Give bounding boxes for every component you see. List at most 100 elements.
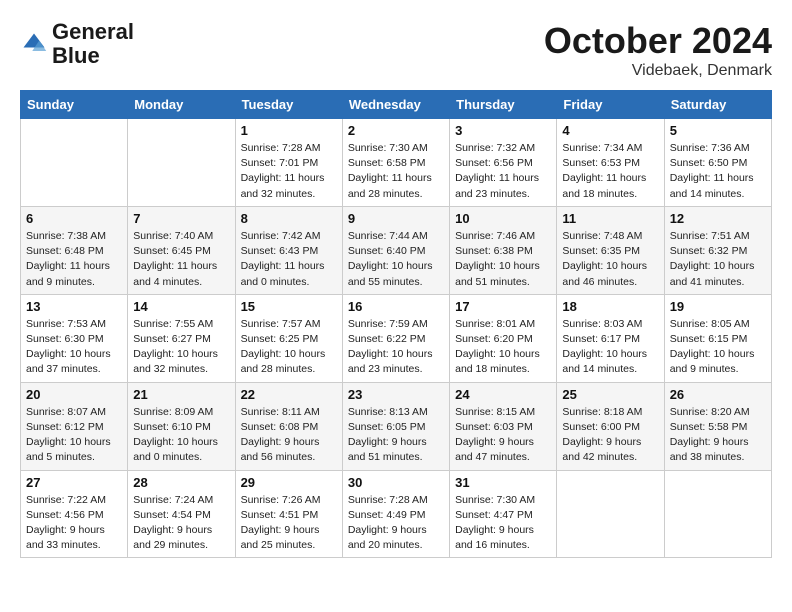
day-number: 2 bbox=[348, 123, 444, 138]
day-number: 20 bbox=[26, 387, 122, 402]
weekday-header-saturday: Saturday bbox=[664, 91, 771, 119]
day-info: Sunrise: 7:30 AM Sunset: 6:58 PM Dayligh… bbox=[348, 141, 444, 202]
calendar-cell: 15 Sunrise: 7:57 AM Sunset: 6:25 PM Dayli… bbox=[235, 294, 342, 382]
day-number: 15 bbox=[241, 299, 337, 314]
calendar-cell: 31Sunrise: 7:30 AM Sunset: 4:47 PM Dayli… bbox=[450, 470, 557, 558]
day-info: Sunrise: 8:15 AM Sunset: 6:03 PM Dayligh… bbox=[455, 405, 551, 466]
day-number: 29 bbox=[241, 475, 337, 490]
day-info: Sunrise: 8:05 AM Sunset: 6:15 PM Dayligh… bbox=[670, 317, 766, 378]
calendar-table: SundayMondayTuesdayWednesdayThursdayFrid… bbox=[20, 90, 772, 558]
calendar-cell: 27 Sunrise: 7:22 AM Sunset: 4:56 PM Dayli… bbox=[21, 470, 128, 558]
day-info: Sunrise: 8:03 AM Sunset: 6:17 PM Dayligh… bbox=[562, 317, 658, 378]
day-number: 27 bbox=[26, 475, 122, 490]
calendar-cell: 11Sunrise: 7:48 AM Sunset: 6:35 PM Dayli… bbox=[557, 206, 664, 294]
calendar-week-row: 27 Sunrise: 7:22 AM Sunset: 4:56 PM Dayli… bbox=[21, 470, 772, 558]
calendar-cell: 26 Sunrise: 8:20 AM Sunset: 5:58 PM Dayli… bbox=[664, 382, 771, 470]
day-info: Sunrise: 7:57 AM Sunset: 6:25 PM Dayligh… bbox=[241, 317, 337, 378]
day-info: Sunrise: 7:59 AM Sunset: 6:22 PM Dayligh… bbox=[348, 317, 444, 378]
day-number: 13 bbox=[26, 299, 122, 314]
weekday-header-thursday: Thursday bbox=[450, 91, 557, 119]
calendar-cell bbox=[21, 119, 128, 207]
weekday-header-tuesday: Tuesday bbox=[235, 91, 342, 119]
day-info: Sunrise: 7:22 AM Sunset: 4:56 PM Dayligh… bbox=[26, 493, 122, 554]
day-info: Sunrise: 7:53 AM Sunset: 6:30 PM Dayligh… bbox=[26, 317, 122, 378]
calendar-cell: 1Sunrise: 7:28 AM Sunset: 7:01 PM Daylig… bbox=[235, 119, 342, 207]
day-number: 7 bbox=[133, 211, 229, 226]
day-info: Sunrise: 8:01 AM Sunset: 6:20 PM Dayligh… bbox=[455, 317, 551, 378]
calendar-cell bbox=[557, 470, 664, 558]
day-info: Sunrise: 7:30 AM Sunset: 4:47 PM Dayligh… bbox=[455, 493, 551, 554]
page-header: General Blue October 2024 Videbaek, Denm… bbox=[20, 20, 772, 80]
day-info: Sunrise: 7:32 AM Sunset: 6:56 PM Dayligh… bbox=[455, 141, 551, 202]
day-info: Sunrise: 7:38 AM Sunset: 6:48 PM Dayligh… bbox=[26, 229, 122, 290]
calendar-cell: 5 Sunrise: 7:36 AM Sunset: 6:50 PM Daylig… bbox=[664, 119, 771, 207]
calendar-cell: 13 Sunrise: 7:53 AM Sunset: 6:30 PM Dayli… bbox=[21, 294, 128, 382]
calendar-cell: 16 Sunrise: 7:59 AM Sunset: 6:22 PM Dayli… bbox=[342, 294, 449, 382]
day-number: 4 bbox=[562, 123, 658, 138]
day-number: 18 bbox=[562, 299, 658, 314]
day-number: 6 bbox=[26, 211, 122, 226]
calendar-cell bbox=[128, 119, 235, 207]
calendar-cell: 29 Sunrise: 7:26 AM Sunset: 4:51 PM Dayli… bbox=[235, 470, 342, 558]
day-number: 24 bbox=[455, 387, 551, 402]
day-info: Sunrise: 8:11 AM Sunset: 6:08 PM Dayligh… bbox=[241, 405, 337, 466]
calendar-cell: 3 Sunrise: 7:32 AM Sunset: 6:56 PM Daylig… bbox=[450, 119, 557, 207]
day-info: Sunrise: 7:36 AM Sunset: 6:50 PM Dayligh… bbox=[670, 141, 766, 202]
calendar-week-row: 1Sunrise: 7:28 AM Sunset: 7:01 PM Daylig… bbox=[21, 119, 772, 207]
day-number: 16 bbox=[348, 299, 444, 314]
day-info: Sunrise: 8:13 AM Sunset: 6:05 PM Dayligh… bbox=[348, 405, 444, 466]
day-number: 1 bbox=[241, 123, 337, 138]
day-number: 5 bbox=[670, 123, 766, 138]
month-title: October 2024 bbox=[544, 20, 772, 62]
day-number: 28 bbox=[133, 475, 229, 490]
weekday-header-monday: Monday bbox=[128, 91, 235, 119]
calendar-cell: 2 Sunrise: 7:30 AM Sunset: 6:58 PM Daylig… bbox=[342, 119, 449, 207]
day-info: Sunrise: 7:48 AM Sunset: 6:35 PM Dayligh… bbox=[562, 229, 658, 290]
calendar-week-row: 13 Sunrise: 7:53 AM Sunset: 6:30 PM Dayli… bbox=[21, 294, 772, 382]
logo-icon bbox=[20, 30, 48, 58]
day-info: Sunrise: 7:44 AM Sunset: 6:40 PM Dayligh… bbox=[348, 229, 444, 290]
day-number: 21 bbox=[133, 387, 229, 402]
calendar-cell: 19Sunrise: 8:05 AM Sunset: 6:15 PM Dayli… bbox=[664, 294, 771, 382]
day-number: 25 bbox=[562, 387, 658, 402]
logo-text: General Blue bbox=[52, 20, 134, 68]
day-info: Sunrise: 8:20 AM Sunset: 5:58 PM Dayligh… bbox=[670, 405, 766, 466]
calendar-cell: 4Sunrise: 7:34 AM Sunset: 6:53 PM Daylig… bbox=[557, 119, 664, 207]
day-info: Sunrise: 8:07 AM Sunset: 6:12 PM Dayligh… bbox=[26, 405, 122, 466]
calendar-cell: 23Sunrise: 8:13 AM Sunset: 6:05 PM Dayli… bbox=[342, 382, 449, 470]
day-info: Sunrise: 7:28 AM Sunset: 4:49 PM Dayligh… bbox=[348, 493, 444, 554]
day-info: Sunrise: 8:18 AM Sunset: 6:00 PM Dayligh… bbox=[562, 405, 658, 466]
day-info: Sunrise: 7:51 AM Sunset: 6:32 PM Dayligh… bbox=[670, 229, 766, 290]
day-number: 26 bbox=[670, 387, 766, 402]
day-number: 9 bbox=[348, 211, 444, 226]
day-info: Sunrise: 7:26 AM Sunset: 4:51 PM Dayligh… bbox=[241, 493, 337, 554]
weekday-header-sunday: Sunday bbox=[21, 91, 128, 119]
day-info: Sunrise: 7:46 AM Sunset: 6:38 PM Dayligh… bbox=[455, 229, 551, 290]
day-info: Sunrise: 8:09 AM Sunset: 6:10 PM Dayligh… bbox=[133, 405, 229, 466]
logo: General Blue bbox=[20, 20, 134, 68]
calendar-cell: 18 Sunrise: 8:03 AM Sunset: 6:17 PM Dayli… bbox=[557, 294, 664, 382]
calendar-cell: 25 Sunrise: 8:18 AM Sunset: 6:00 PM Dayli… bbox=[557, 382, 664, 470]
calendar-cell: 17 Sunrise: 8:01 AM Sunset: 6:20 PM Dayli… bbox=[450, 294, 557, 382]
day-info: Sunrise: 7:24 AM Sunset: 4:54 PM Dayligh… bbox=[133, 493, 229, 554]
weekday-header-friday: Friday bbox=[557, 91, 664, 119]
day-info: Sunrise: 7:40 AM Sunset: 6:45 PM Dayligh… bbox=[133, 229, 229, 290]
calendar-cell: 28 Sunrise: 7:24 AM Sunset: 4:54 PM Dayli… bbox=[128, 470, 235, 558]
day-number: 10 bbox=[455, 211, 551, 226]
day-number: 12 bbox=[670, 211, 766, 226]
calendar-cell: 10 Sunrise: 7:46 AM Sunset: 6:38 PM Dayli… bbox=[450, 206, 557, 294]
calendar-cell: 9 Sunrise: 7:44 AM Sunset: 6:40 PM Daylig… bbox=[342, 206, 449, 294]
weekday-header-wednesday: Wednesday bbox=[342, 91, 449, 119]
calendar-cell: 7 Sunrise: 7:40 AM Sunset: 6:45 PM Daylig… bbox=[128, 206, 235, 294]
day-info: Sunrise: 7:42 AM Sunset: 6:43 PM Dayligh… bbox=[241, 229, 337, 290]
calendar-cell: 20 Sunrise: 8:07 AM Sunset: 6:12 PM Dayli… bbox=[21, 382, 128, 470]
location: Videbaek, Denmark bbox=[544, 62, 772, 80]
day-number: 3 bbox=[455, 123, 551, 138]
day-number: 14 bbox=[133, 299, 229, 314]
weekday-header-row: SundayMondayTuesdayWednesdayThursdayFrid… bbox=[21, 91, 772, 119]
day-number: 17 bbox=[455, 299, 551, 314]
calendar-cell: 24 Sunrise: 8:15 AM Sunset: 6:03 PM Dayli… bbox=[450, 382, 557, 470]
day-info: Sunrise: 7:55 AM Sunset: 6:27 PM Dayligh… bbox=[133, 317, 229, 378]
day-number: 22 bbox=[241, 387, 337, 402]
day-number: 30 bbox=[348, 475, 444, 490]
